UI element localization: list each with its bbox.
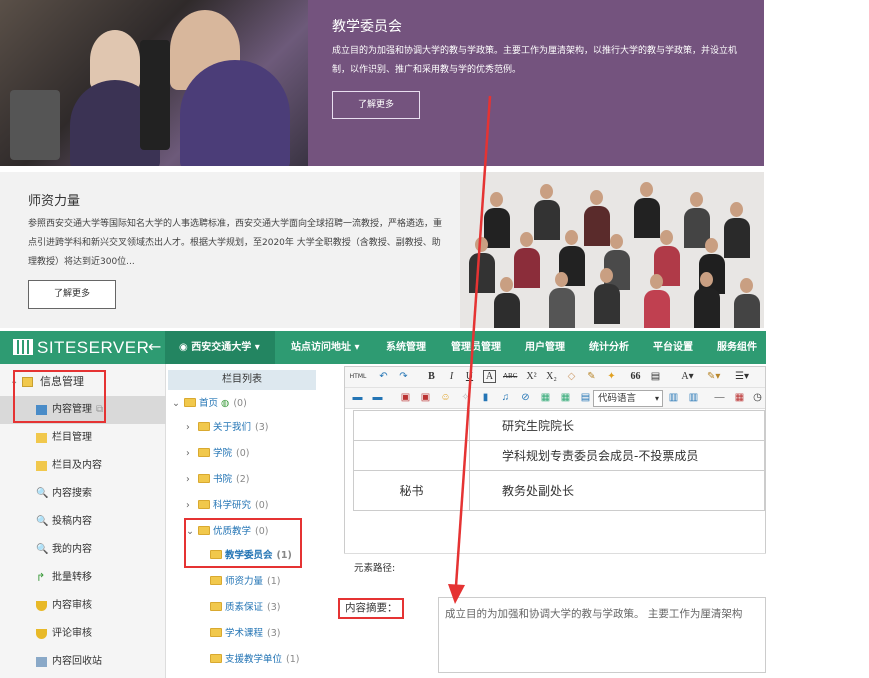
- annotation-arrow: [448, 95, 492, 604]
- arrow-line: [454, 95, 492, 587]
- arrow-head: [448, 584, 465, 604]
